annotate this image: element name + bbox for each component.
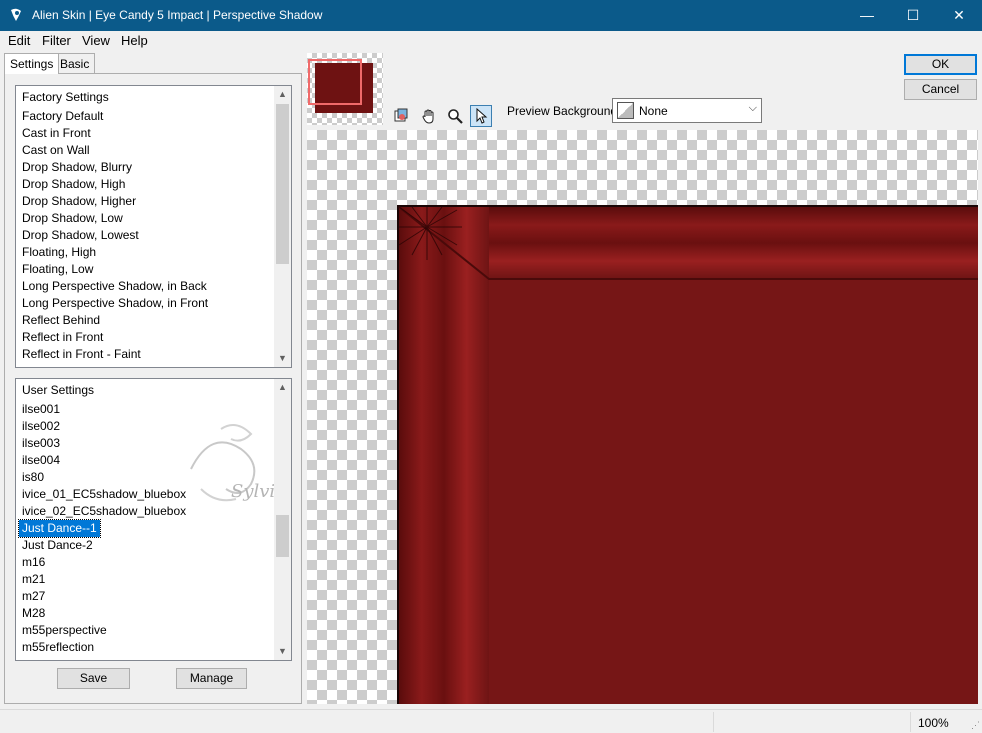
save-button[interactable]: Save (57, 668, 130, 689)
app-icon (8, 7, 24, 23)
menu-edit[interactable]: Edit (8, 33, 30, 48)
zoom-icon[interactable] (444, 105, 466, 127)
factory-setting-item[interactable]: Floating, Low (19, 261, 96, 278)
chevron-down-icon: ⌵ (748, 102, 757, 114)
user-settings-header: User Settings (22, 383, 95, 397)
tab-basic[interactable]: Basic (54, 53, 96, 73)
preview-navigator[interactable] (307, 53, 383, 125)
hand-icon[interactable] (418, 105, 440, 127)
user-setting-item[interactable]: Just Dance--1 (18, 519, 101, 538)
factory-setting-item[interactable]: Factory Default (19, 108, 106, 125)
factory-setting-item[interactable]: Drop Shadow, Lowest (19, 227, 142, 244)
scroll-down-icon[interactable]: ▼ (274, 350, 291, 367)
factory-setting-item[interactable]: Floating, High (19, 244, 99, 261)
user-setting-item[interactable]: M28 (19, 605, 48, 622)
scroll-up-icon[interactable]: ▲ (274, 86, 291, 103)
user-setting-item[interactable]: is80 (19, 469, 47, 486)
user-setting-item[interactable]: ilse003 (19, 435, 63, 452)
navigator-frame[interactable] (308, 59, 362, 105)
factory-setting-item[interactable]: Drop Shadow, Low (19, 210, 126, 227)
arrow-pointer-icon[interactable] (470, 105, 492, 127)
scroll-up-icon[interactable]: ▲ (274, 379, 291, 396)
factory-setting-item[interactable]: Drop Shadow, Blurry (19, 159, 135, 176)
user-setting-item[interactable]: m27 (19, 588, 48, 605)
tab-settings[interactable]: Settings (4, 53, 60, 74)
user-setting-item[interactable]: m55perspective (19, 622, 110, 639)
status-divider (910, 712, 911, 732)
factory-setting-item[interactable]: Long Perspective Shadow, in Back (19, 278, 210, 295)
user-setting-item[interactable]: m21 (19, 571, 48, 588)
preview-background-value: None (639, 104, 668, 118)
manage-button[interactable]: Manage (176, 668, 247, 689)
user-setting-item[interactable]: m16 (19, 554, 48, 571)
scroll-down-icon[interactable]: ▼ (274, 643, 291, 660)
factory-setting-item[interactable]: Long Perspective Shadow, in Front (19, 295, 211, 312)
user-setting-item[interactable]: ivice_01_EC5shadow_bluebox (19, 486, 189, 503)
factory-setting-item[interactable]: Drop Shadow, High (19, 176, 128, 193)
user-setting-item[interactable]: ilse004 (19, 452, 63, 469)
factory-settings-list[interactable]: Factory Settings Factory Default Cast in … (15, 85, 292, 368)
factory-setting-item[interactable]: Cast in Front (19, 125, 94, 142)
user-setting-item[interactable]: ivice_02_EC5shadow_bluebox (19, 503, 189, 520)
factory-setting-item[interactable]: Reflect in Front (19, 329, 106, 346)
scroll-thumb[interactable] (276, 515, 289, 557)
preview-image (397, 205, 978, 704)
user-setting-item[interactable]: ilse001 (19, 401, 63, 418)
scroll-thumb[interactable] (276, 104, 289, 264)
user-scrollbar[interactable]: ▲ ▼ (274, 379, 291, 660)
factory-setting-item[interactable]: Reflect Behind (19, 312, 103, 329)
zoom-level: 100% (918, 716, 949, 730)
minimize-button[interactable]: — (844, 0, 890, 31)
ok-button[interactable]: OK (904, 54, 977, 75)
factory-setting-item[interactable]: Reflect in Front - Faint (19, 346, 144, 363)
menu-help[interactable]: Help (121, 33, 148, 48)
factory-settings-header: Factory Settings (22, 90, 109, 104)
preview-background-label: Preview Background: (507, 104, 621, 118)
menu-bar: Edit Filter View Help (0, 31, 982, 51)
preview-toggle-icon[interactable] (390, 105, 412, 127)
close-button[interactable]: ✕ (936, 0, 982, 31)
title-bar: Alien Skin | Eye Candy 5 Impact | Perspe… (0, 0, 982, 31)
user-setting-item[interactable]: ilse002 (19, 418, 63, 435)
menu-view[interactable]: View (82, 33, 110, 48)
factory-setting-item[interactable]: Cast on Wall (19, 142, 93, 159)
preview-background-select[interactable]: None ⌵ (612, 98, 762, 123)
preview-canvas[interactable] (307, 130, 978, 704)
resize-grip-icon[interactable]: ⋰ (971, 720, 980, 731)
factory-setting-item[interactable]: Drop Shadow, Higher (19, 193, 139, 210)
user-setting-item[interactable]: Just Dance-2 (19, 537, 96, 554)
factory-scrollbar[interactable]: ▲ ▼ (274, 86, 291, 367)
status-divider (713, 712, 714, 732)
menu-filter[interactable]: Filter (42, 33, 71, 48)
user-setting-item[interactable]: m55reflection (19, 639, 97, 656)
status-bar: 100% ⋰ (0, 709, 982, 733)
user-settings-list[interactable]: User Settings ilse001 ilse002 ilse003 ilse0… (15, 378, 292, 661)
cancel-button[interactable]: Cancel (904, 79, 977, 100)
background-swatch (617, 102, 634, 119)
maximize-button[interactable]: ☐ (890, 0, 936, 31)
window-title: Alien Skin | Eye Candy 5 Impact | Perspe… (32, 8, 323, 22)
